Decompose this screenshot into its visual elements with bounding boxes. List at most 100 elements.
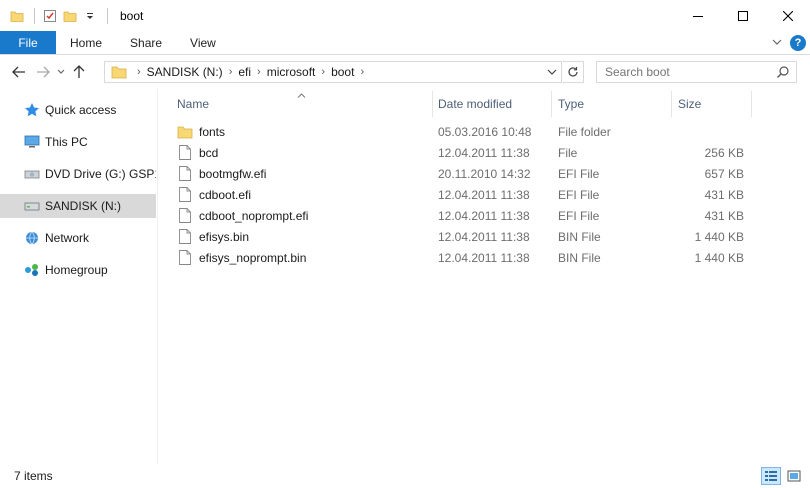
sidebar-item-label: Homegroup	[45, 263, 108, 277]
file-name: fonts	[177, 121, 225, 142]
column-header-type[interactable]: Type	[552, 91, 672, 117]
navigation-bar: › SANDISK (N:) › efi › microsoft › boot …	[0, 55, 810, 89]
file-icon	[177, 250, 193, 266]
file-size: 431 KB	[704, 208, 744, 223]
sidebar-item-label: DVD Drive (G:) GSP1RM	[45, 167, 156, 181]
large-icons-view-icon[interactable]	[784, 467, 804, 485]
file-date: 12.04.2011 11:38	[438, 145, 530, 160]
column-headers: Name Date modified Type Size	[159, 91, 810, 117]
table-row[interactable]: efisys.bin 12.04.2011 11:38 BIN File 1 4…	[171, 226, 759, 247]
window-title: boot	[120, 8, 144, 23]
search-icon[interactable]	[776, 65, 790, 82]
breadcrumb-microsoft[interactable]: microsoft	[267, 65, 316, 79]
file-name-label: bootmgfw.efi	[199, 166, 267, 181]
table-row[interactable]: bcd 12.04.2011 11:38 File 256 KB	[171, 142, 759, 163]
file-name: bootmgfw.efi	[177, 163, 266, 184]
sidebar-item-network[interactable]: Network	[0, 226, 156, 250]
table-row[interactable]: bootmgfw.efi 20.11.2010 14:32 EFI File 6…	[171, 163, 759, 184]
file-name-label: efisys_noprompt.bin	[199, 250, 307, 265]
refresh-button[interactable]	[563, 61, 584, 83]
qat-separator	[107, 7, 108, 24]
ribbon-tabs: File Home Share View ?	[0, 31, 810, 55]
file-name: efisys_noprompt.bin	[177, 247, 306, 268]
chevron-right-icon[interactable]: ›	[321, 66, 325, 78]
recent-locations-icon[interactable]	[54, 61, 68, 83]
chevron-right-icon[interactable]: ›	[229, 66, 233, 78]
address-dropdown-icon[interactable]	[543, 62, 561, 82]
file-date: 12.04.2011 11:38	[438, 229, 530, 244]
properties-icon[interactable]	[41, 7, 59, 25]
file-icon	[177, 229, 193, 245]
tab-share[interactable]: Share	[116, 31, 176, 54]
file-type: EFI File	[558, 208, 600, 223]
file-name: cdboot.efi	[177, 184, 251, 205]
dvd-drive-icon	[24, 166, 40, 182]
file-date: 20.11.2010 14:32	[438, 166, 531, 181]
up-button[interactable]	[68, 61, 90, 83]
star-icon	[24, 102, 40, 118]
usb-drive-icon	[24, 198, 40, 214]
file-type: File	[558, 145, 578, 160]
file-size: 1 440 KB	[694, 250, 744, 265]
address-bar[interactable]: › SANDISK (N:) › efi › microsoft › boot …	[104, 61, 562, 83]
file-size: 431 KB	[704, 187, 744, 202]
file-type: BIN File	[558, 250, 601, 265]
file-type: File folder	[558, 124, 611, 139]
sidebar-item-this-pc[interactable]: This PC	[0, 130, 156, 154]
tab-view[interactable]: View	[176, 31, 230, 54]
file-name: efisys.bin	[177, 226, 249, 247]
file-name-label: bcd	[199, 145, 219, 160]
sidebar-item-quick-access[interactable]: Quick access	[0, 98, 156, 122]
file-date: 12.04.2011 11:38	[438, 187, 530, 202]
tab-file[interactable]: File	[0, 31, 56, 54]
column-header-date[interactable]: Date modified	[432, 91, 552, 117]
file-type: EFI File	[558, 187, 600, 202]
back-button[interactable]	[8, 61, 30, 83]
file-date: 12.04.2011 11:38	[438, 250, 530, 265]
file-icon	[177, 187, 193, 203]
column-header-name[interactable]: Name	[171, 91, 433, 117]
table-row[interactable]: efisys_noprompt.bin 12.04.2011 11:38 BIN…	[171, 247, 759, 268]
chevron-right-icon[interactable]: ›	[257, 66, 261, 78]
tab-home[interactable]: Home	[56, 31, 116, 54]
computer-icon	[24, 134, 40, 150]
sidebar-item-dvd-drive[interactable]: DVD Drive (G:) GSP1RM	[0, 162, 156, 186]
sidebar-item-homegroup[interactable]: Homegroup	[0, 258, 156, 282]
file-icon	[177, 208, 193, 224]
folder-icon	[111, 65, 127, 79]
file-name-label: fonts	[199, 124, 226, 139]
window-controls	[675, 0, 810, 31]
new-folder-icon[interactable]	[61, 7, 79, 25]
file-size: 657 KB	[704, 166, 744, 181]
expand-ribbon-icon[interactable]	[772, 36, 782, 50]
column-header-size[interactable]: Size	[672, 91, 752, 117]
table-row[interactable]: cdboot_noprompt.efi 12.04.2011 11:38 EFI…	[171, 205, 759, 226]
qat-separator	[34, 7, 35, 24]
sidebar-item-sandisk[interactable]: SANDISK (N:)	[0, 194, 156, 218]
details-view-icon[interactable]	[761, 467, 781, 485]
file-size	[671, 121, 744, 142]
search-box[interactable]	[596, 61, 797, 83]
sidebar-item-label: Quick access	[45, 103, 117, 117]
file-date: 12.04.2011 11:38	[438, 208, 530, 223]
customize-qat-icon[interactable]	[81, 7, 99, 25]
search-input[interactable]	[605, 65, 775, 79]
maximize-button[interactable]	[720, 0, 765, 31]
breadcrumb-sandisk[interactable]: SANDISK (N:)	[147, 65, 223, 79]
minimize-button[interactable]	[675, 0, 720, 31]
forward-button[interactable]	[32, 61, 54, 83]
file-icon	[177, 145, 193, 161]
chevron-right-icon[interactable]: ›	[137, 66, 141, 78]
close-button[interactable]	[765, 0, 810, 31]
table-row[interactable]: cdboot.efi 12.04.2011 11:38 EFI File 431…	[171, 184, 759, 205]
item-count: 7 items	[14, 469, 53, 483]
chevron-right-icon[interactable]: ›	[360, 66, 364, 78]
file-list: Name Date modified Type Size fonts 05.03…	[159, 89, 810, 464]
breadcrumb-efi[interactable]: efi	[238, 65, 251, 79]
table-row[interactable]: fonts 05.03.2016 10:48 File folder	[171, 121, 759, 142]
breadcrumb-boot[interactable]: boot	[331, 65, 354, 79]
folder-icon[interactable]	[8, 7, 26, 25]
file-type: BIN File	[558, 229, 601, 244]
file-size: 256 KB	[704, 145, 744, 160]
help-icon[interactable]: ?	[790, 35, 806, 51]
